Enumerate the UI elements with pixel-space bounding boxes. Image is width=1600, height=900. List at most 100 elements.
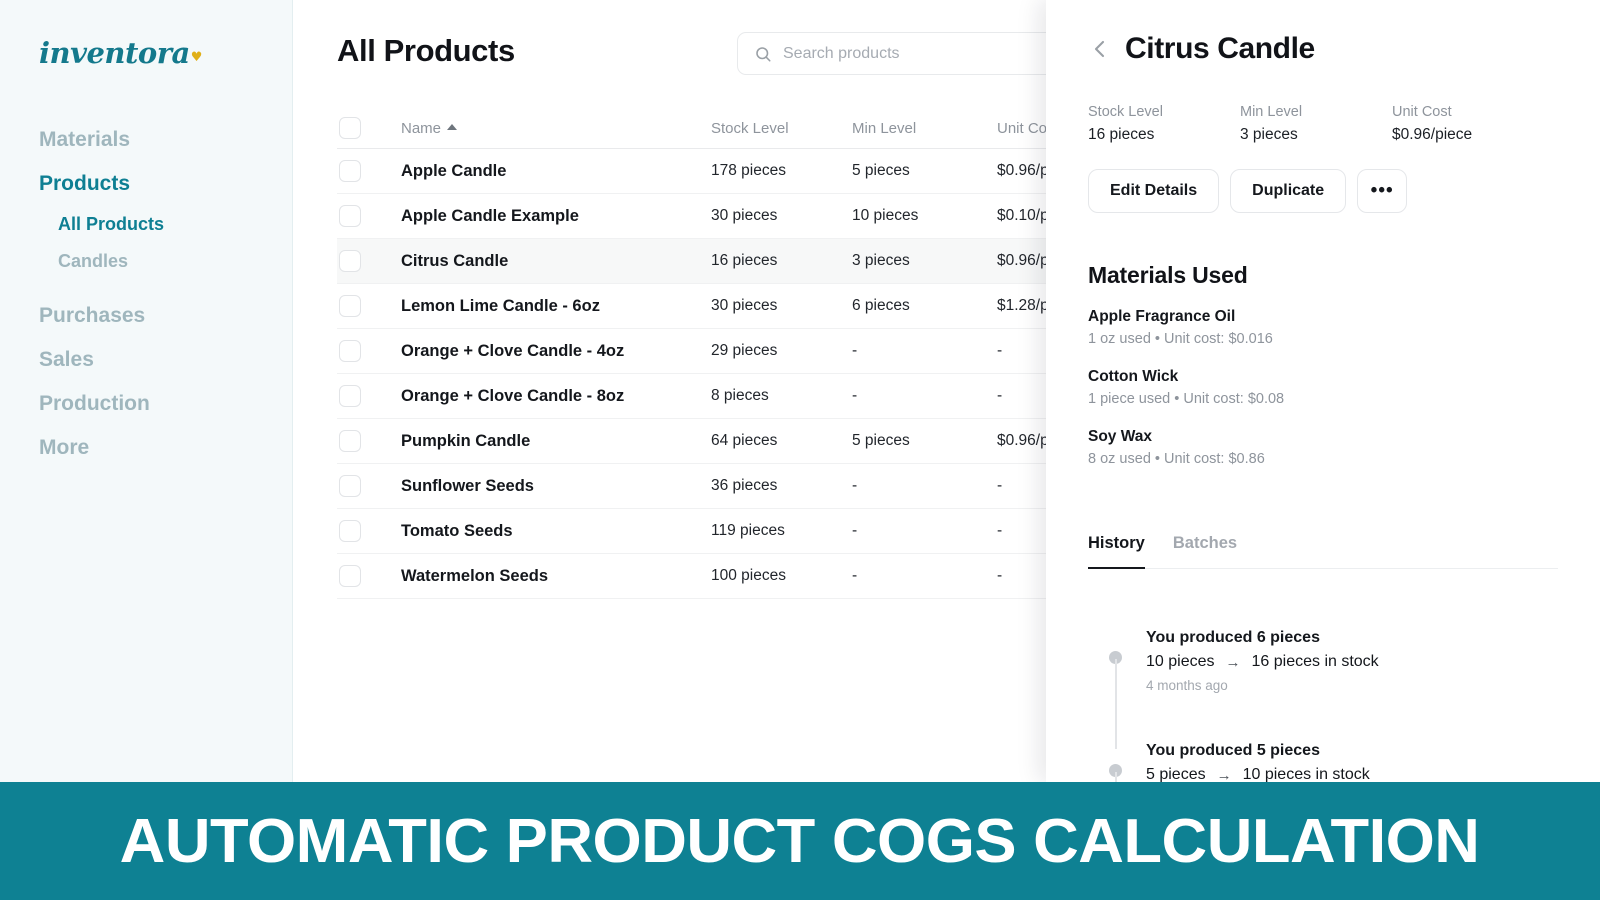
row-checkbox[interactable]	[339, 160, 361, 182]
cell-min: 5 pieces	[852, 432, 910, 449]
history-time: 4 months ago	[1146, 678, 1228, 693]
row-checkbox[interactable]	[339, 520, 361, 542]
row-select-cell[interactable]	[337, 565, 401, 587]
history-timeline: You produced 6 pieces 10 pieces → 16 pie…	[1106, 612, 1556, 782]
arrow-right-icon: →	[1225, 653, 1241, 671]
panel-stats: Stock Level 16 pieces Min Level 3 pieces…	[1088, 104, 1558, 144]
column-header-stock-level[interactable]: Stock Level	[711, 120, 852, 137]
row-select-cell[interactable]	[337, 250, 401, 272]
panel-actions: Edit Details Duplicate •••	[1088, 169, 1408, 213]
cell-name: Lemon Lime Candle - 6oz	[401, 296, 600, 315]
more-options-button[interactable]: •••	[1357, 169, 1408, 213]
cell-name: Sunflower Seeds	[401, 476, 534, 495]
cell-name: Apple Candle	[401, 161, 507, 180]
arrow-right-icon: →	[1216, 766, 1232, 783]
timeline-line	[1114, 772, 1117, 782]
history-from: 10 pieces	[1146, 653, 1215, 670]
history-from: 5 pieces	[1146, 766, 1206, 782]
edit-details-button[interactable]: Edit Details	[1088, 169, 1220, 213]
select-all-cell[interactable]	[337, 117, 401, 139]
sidebar-item-sales[interactable]: Sales	[0, 338, 293, 382]
stat-label: Stock Level	[1088, 104, 1163, 120]
sidebar-item-materials[interactable]: Materials	[0, 118, 293, 162]
history-to: 16 pieces in stock	[1251, 653, 1379, 670]
row-checkbox[interactable]	[339, 475, 361, 497]
tab-history[interactable]: History	[1088, 534, 1145, 569]
column-header-name-label: Name	[401, 119, 442, 137]
row-select-cell[interactable]	[337, 385, 401, 407]
material-name: Apple Fragrance Oil	[1088, 308, 1236, 325]
row-checkbox[interactable]	[339, 385, 361, 407]
sidebar-nav: Materials Products All Products Candles …	[0, 118, 293, 470]
select-all-checkbox[interactable]	[339, 117, 361, 139]
sidebar-item-products[interactable]: Products	[0, 162, 293, 206]
cell-stock: 30 pieces	[711, 207, 778, 224]
row-select-cell[interactable]	[337, 475, 401, 497]
panel-tabs: History Batches	[1088, 534, 1558, 569]
stat-stock-level: Stock Level 16 pieces	[1088, 104, 1240, 144]
sidebar-item-purchases[interactable]: Purchases	[0, 294, 293, 338]
row-select-cell[interactable]	[337, 430, 401, 452]
cell-name: Pumpkin Candle	[401, 431, 531, 450]
row-select-cell[interactable]	[337, 340, 401, 362]
chevron-left-icon[interactable]	[1088, 37, 1112, 61]
row-checkbox[interactable]	[339, 205, 361, 227]
row-checkbox[interactable]	[339, 430, 361, 452]
column-header-name[interactable]: Name	[401, 120, 711, 137]
cell-min: 3 pieces	[852, 252, 910, 269]
material-meta: 1 oz used • Unit cost: $0.016	[1088, 331, 1273, 347]
material-item[interactable]: Cotton Wick 1 piece used • Unit cost: $0…	[1088, 368, 1528, 407]
material-meta: 8 oz used • Unit cost: $0.86	[1088, 451, 1265, 467]
cell-min: -	[852, 522, 858, 539]
row-select-cell[interactable]	[337, 295, 401, 317]
sidebar-item-production[interactable]: Production	[0, 382, 293, 426]
history-title: You produced 5 pieces	[1146, 742, 1320, 759]
cell-min: -	[852, 342, 858, 359]
stat-label: Min Level	[1240, 104, 1303, 120]
tab-batches[interactable]: Batches	[1173, 534, 1237, 569]
history-change: 5 pieces → 10 pieces in stock	[1146, 766, 1556, 782]
brand-logo[interactable]: inventora♥	[39, 36, 202, 70]
history-entry: You produced 6 pieces 10 pieces → 16 pie…	[1106, 629, 1556, 749]
material-name: Soy Wax	[1088, 428, 1153, 445]
cell-min: 6 pieces	[852, 297, 910, 314]
materials-section-title: Materials Used	[1088, 262, 1248, 288]
cell-stock: 8 pieces	[711, 387, 769, 404]
column-header-min-level[interactable]: Min Level	[852, 120, 997, 137]
sidebar-item-all-products[interactable]: All Products	[0, 206, 293, 243]
material-item[interactable]: Apple Fragrance Oil 1 oz used • Unit cos…	[1088, 308, 1528, 347]
history-entry: You produced 5 pieces 5 pieces → 10 piec…	[1106, 742, 1556, 782]
cell-min: -	[852, 387, 858, 404]
row-checkbox[interactable]	[339, 250, 361, 272]
cell-stock: 36 pieces	[711, 477, 778, 494]
row-checkbox[interactable]	[339, 340, 361, 362]
history-to: 10 pieces in stock	[1242, 766, 1370, 782]
row-select-cell[interactable]	[337, 520, 401, 542]
material-name: Cotton Wick	[1088, 368, 1179, 385]
stat-value: 3 pieces	[1240, 126, 1298, 143]
cell-stock: 178 pieces	[711, 162, 786, 179]
cell-stock: 30 pieces	[711, 297, 778, 314]
cell-stock: 16 pieces	[711, 252, 778, 269]
sidebar-item-candles[interactable]: Candles	[0, 243, 293, 280]
history-title: You produced 6 pieces	[1146, 629, 1320, 646]
heart-icon: ♥	[190, 50, 203, 65]
material-meta: 1 piece used • Unit cost: $0.08	[1088, 391, 1285, 407]
cell-name: Orange + Clove Candle - 4oz	[401, 341, 625, 360]
panel-title: Citrus Candle	[1125, 32, 1315, 65]
sidebar-item-more[interactable]: More	[0, 426, 293, 470]
cell-stock: 29 pieces	[711, 342, 778, 359]
materials-list: Apple Fragrance Oil 1 oz used • Unit cos…	[1088, 308, 1528, 488]
duplicate-button[interactable]: Duplicate	[1230, 169, 1347, 213]
row-select-cell[interactable]	[337, 205, 401, 227]
timeline-line	[1114, 659, 1117, 749]
promo-banner-text: AUTOMATIC PRODUCT COGS CALCULATION	[120, 806, 1480, 876]
panel-header: Citrus Candle	[1046, 0, 1600, 66]
material-item[interactable]: Soy Wax 8 oz used • Unit cost: $0.86	[1088, 428, 1528, 467]
stat-value: 16 pieces	[1088, 126, 1155, 143]
sort-asc-icon	[447, 123, 458, 130]
sidebar-divider-gap	[0, 280, 293, 294]
row-checkbox[interactable]	[339, 295, 361, 317]
row-checkbox[interactable]	[339, 565, 361, 587]
row-select-cell[interactable]	[337, 160, 401, 182]
